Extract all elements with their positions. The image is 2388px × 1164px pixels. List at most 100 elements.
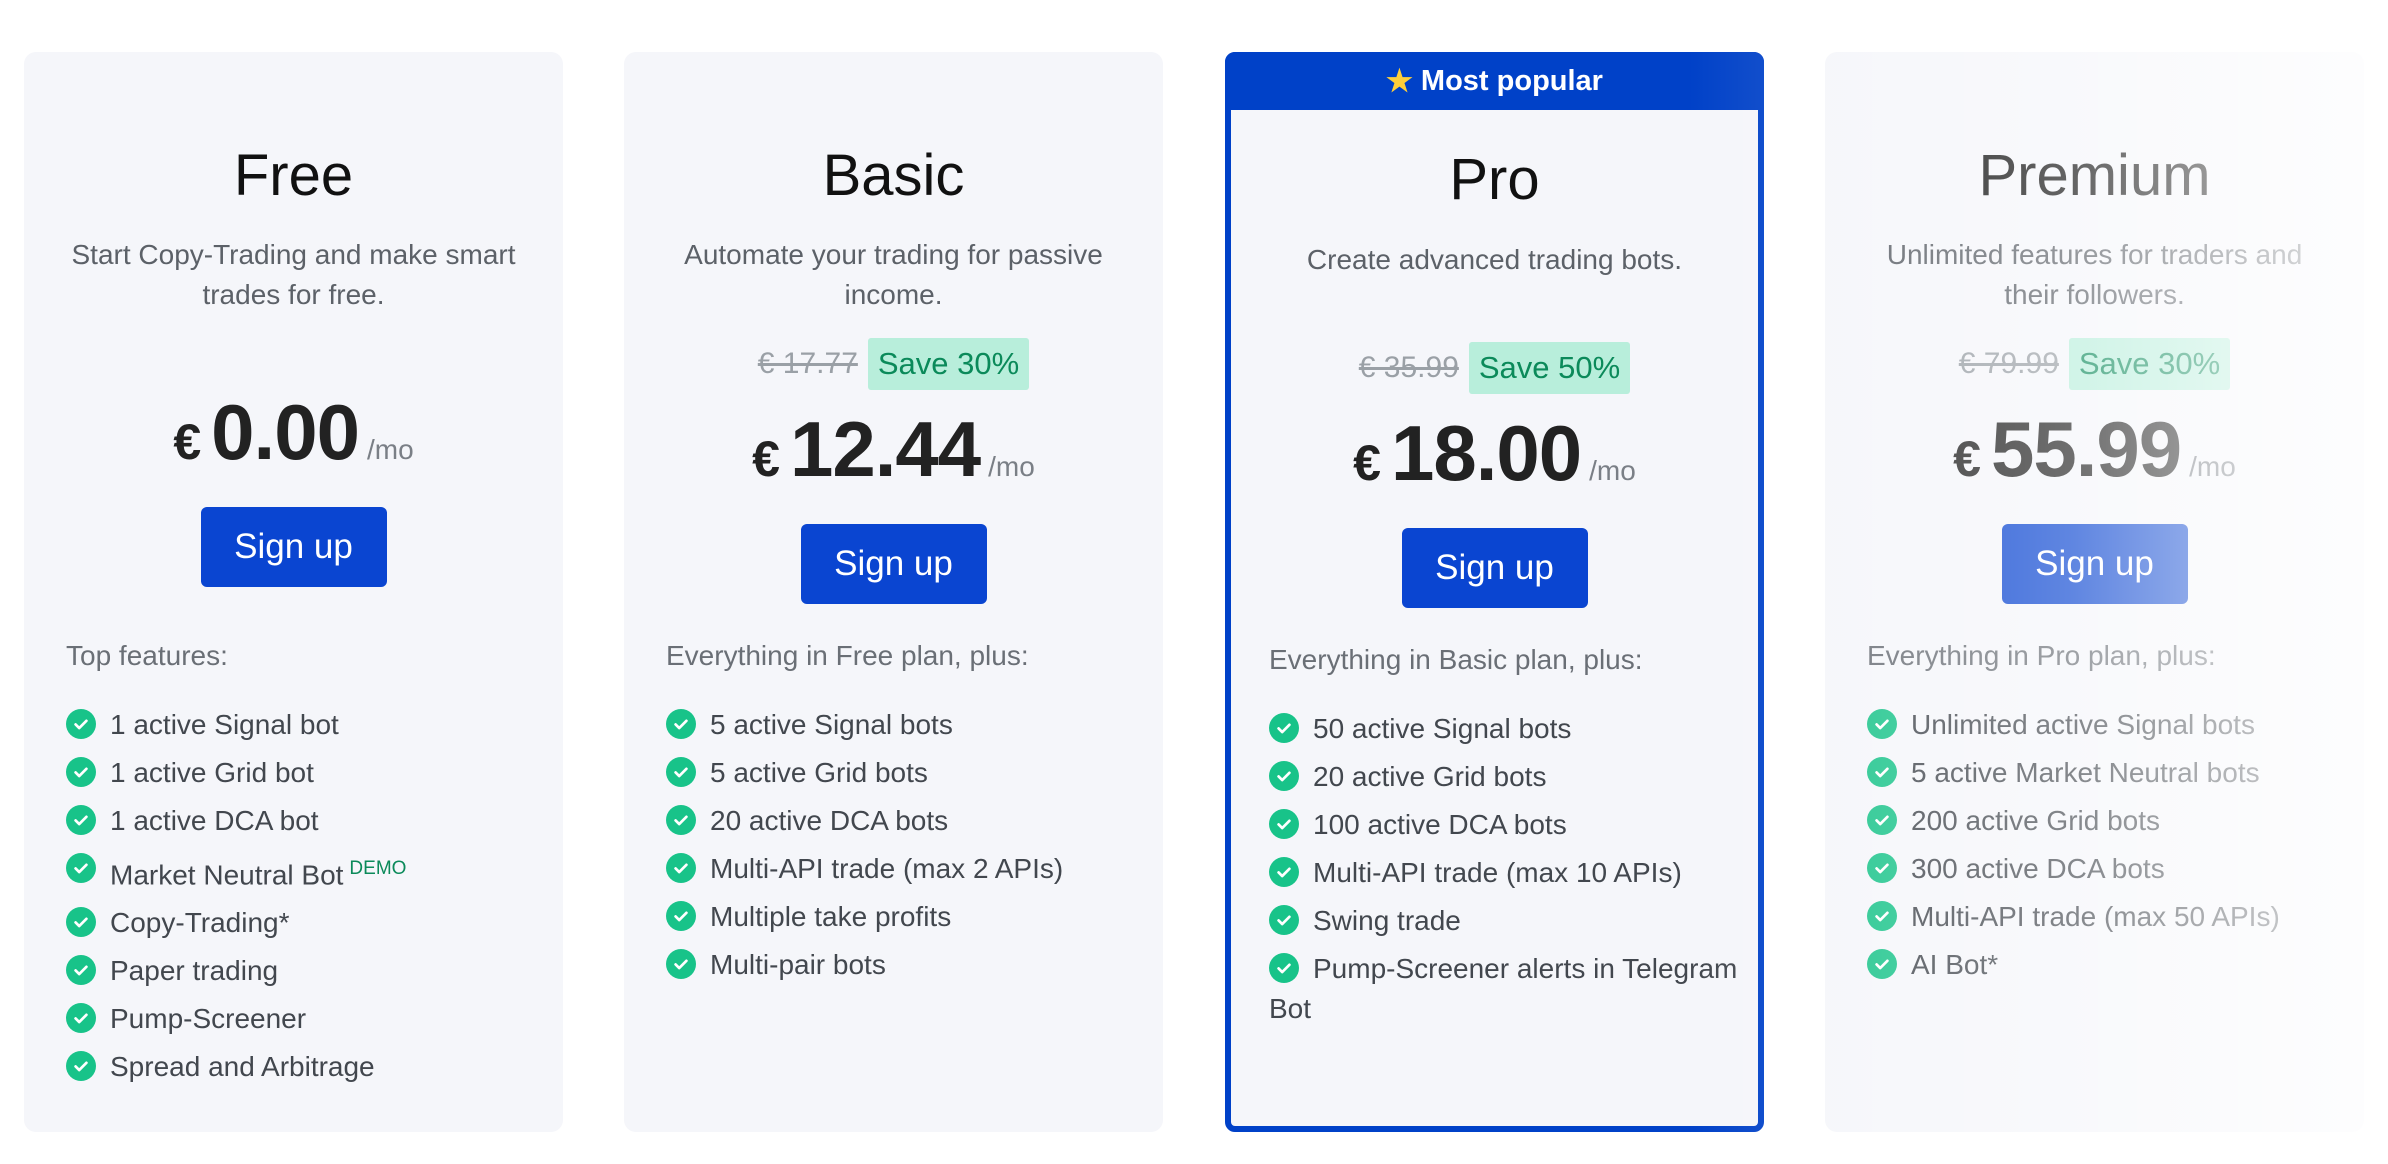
list-item: Spread and Arbitrage bbox=[66, 1047, 543, 1087]
star-icon: ★ bbox=[1386, 64, 1413, 98]
check-circle-icon bbox=[66, 1051, 96, 1082]
feature-text: Swing trade bbox=[1313, 905, 1461, 936]
feature-text: Multi-pair bots bbox=[710, 949, 886, 980]
features-list: 5 active Signal bots 5 active Grid bots … bbox=[666, 705, 1143, 993]
list-item: 300 active DCA bots bbox=[1867, 849, 2344, 889]
list-item: Multi-API trade (max 2 APIs) bbox=[666, 849, 1143, 889]
feature-text: Unlimited active Signal bots bbox=[1911, 709, 2255, 740]
plan-card-pro: ★ Most popular Pro Create advanced tradi… bbox=[1225, 52, 1764, 1132]
plan-title: Free bbox=[233, 143, 354, 208]
feature-text: 100 active DCA bots bbox=[1313, 809, 1567, 840]
price-amount: 18.00 bbox=[1390, 409, 1582, 497]
features-list: 1 active Signal bot 1 active Grid bot 1 … bbox=[66, 705, 543, 1095]
discount-row: € 35.99 Save 50% bbox=[1231, 342, 1758, 394]
plan-card-basic: Basic Automate your trading for passive … bbox=[624, 52, 1163, 1132]
price-period: /mo bbox=[988, 451, 1035, 482]
list-item: 50 active Signal bots bbox=[1269, 709, 1738, 749]
check-circle-icon bbox=[1867, 949, 1897, 979]
currency-symbol: € bbox=[1953, 431, 1981, 487]
plan-price: € 18.00 /mo bbox=[1231, 408, 1758, 499]
plan-description: Start Copy-Trading and make smart trades… bbox=[71, 239, 516, 310]
list-item: Multi-API trade (max 50 APIs) bbox=[1867, 897, 2344, 937]
plan-title: Premium bbox=[1978, 143, 2211, 208]
check-circle-icon bbox=[1867, 853, 1897, 883]
feature-text: 50 active Signal bots bbox=[1313, 713, 1572, 744]
check-circle-icon bbox=[1269, 953, 1299, 983]
check-circle-icon bbox=[66, 1003, 96, 1034]
price-period: /mo bbox=[2189, 451, 2236, 482]
check-circle-icon bbox=[1269, 761, 1299, 791]
features-list: Unlimited active Signal bots 5 active Ma… bbox=[1867, 705, 2344, 993]
list-item: 200 active Grid bots bbox=[1867, 801, 2344, 841]
feature-text: 5 active Signal bots bbox=[710, 709, 953, 740]
banner-label: Most popular bbox=[1420, 64, 1603, 97]
check-circle-icon bbox=[666, 853, 696, 883]
feature-text: Multi-API trade (max 10 APIs) bbox=[1313, 857, 1682, 888]
features-title: Everything in Free plan, plus: bbox=[666, 640, 1029, 671]
currency-symbol: € bbox=[173, 414, 202, 470]
plan-card-premium: Premium Unlimited features for traders a… bbox=[1825, 52, 2364, 1132]
feature-text: 20 active DCA bots bbox=[710, 805, 949, 836]
currency-symbol: € bbox=[1353, 435, 1381, 491]
plan-price: € 12.44 /mo bbox=[624, 404, 1163, 495]
list-item: Multi-pair bots bbox=[666, 945, 1143, 985]
feature-text: 5 active Grid bots bbox=[710, 757, 928, 788]
sign-up-button[interactable]: Sign up bbox=[200, 507, 387, 587]
feature-text: Pump-Screener bbox=[110, 1003, 307, 1035]
check-circle-icon bbox=[66, 955, 96, 986]
feature-text: Spread and Arbitrage bbox=[110, 1051, 375, 1083]
features-list: 50 active Signal bots 20 active Grid bot… bbox=[1269, 709, 1738, 1037]
feature-text: 1 active Grid bot bbox=[110, 757, 314, 788]
list-item: Unlimited active Signal bots bbox=[1867, 705, 2344, 745]
list-item: 1 active Grid bot bbox=[66, 753, 543, 793]
feature-text: 300 active DCA bots bbox=[1911, 853, 2165, 884]
feature-text: Pump-Screener alerts in Telegram Bot bbox=[1269, 953, 1738, 1024]
list-item: 5 active Signal bots bbox=[666, 705, 1143, 745]
check-circle-icon bbox=[66, 805, 96, 835]
feature-text: 20 active Grid bots bbox=[1313, 761, 1547, 792]
plan-description: Create advanced trading bots. bbox=[1306, 244, 1683, 275]
features-title: Everything in Pro plan, plus: bbox=[1867, 640, 2216, 671]
check-circle-icon bbox=[1269, 713, 1299, 743]
feature-text: Multiple take profits bbox=[710, 901, 952, 932]
sign-up-button[interactable]: Sign up bbox=[2001, 524, 2188, 604]
check-circle-icon bbox=[1867, 805, 1897, 835]
feature-text: AI Bot* bbox=[1911, 949, 1999, 980]
check-circle-icon bbox=[666, 949, 696, 979]
currency-symbol: € bbox=[752, 431, 780, 487]
list-item: 1 active DCA bot bbox=[66, 801, 543, 841]
discount-row: € 17.77 Save 30% bbox=[624, 338, 1163, 390]
demo-badge: DEMO bbox=[349, 858, 407, 879]
price-amount: 12.44 bbox=[789, 405, 981, 493]
check-circle-icon bbox=[66, 853, 96, 883]
save-badge: Save 50% bbox=[1468, 342, 1631, 394]
features-title: Top features: bbox=[66, 640, 228, 671]
plan-title: Pro bbox=[1449, 147, 1540, 212]
old-price: € 35.99 bbox=[1358, 351, 1459, 384]
check-circle-icon bbox=[1269, 905, 1299, 935]
save-badge: Save 30% bbox=[2068, 338, 2231, 390]
check-circle-icon bbox=[1867, 709, 1897, 739]
plan-title: Basic bbox=[822, 143, 965, 208]
sign-up-button[interactable]: Sign up bbox=[1401, 528, 1588, 608]
feature-text: 1 active Signal bot bbox=[110, 709, 339, 740]
list-item: Paper trading bbox=[66, 951, 543, 991]
check-circle-icon bbox=[66, 907, 96, 938]
feature-text: 5 active Market Neutral bots bbox=[1911, 757, 2260, 788]
list-item: Pump-Screener alerts in Telegram Bot bbox=[1269, 949, 1738, 1029]
price-period: /mo bbox=[366, 434, 414, 465]
most-popular-banner: ★ Most popular bbox=[1225, 52, 1764, 110]
save-badge: Save 30% bbox=[867, 338, 1030, 390]
old-price: € 17.77 bbox=[757, 347, 858, 380]
list-item: AI Bot* bbox=[1867, 945, 2344, 985]
discount-row: € 79.99 Save 30% bbox=[1825, 338, 2364, 390]
price-period: /mo bbox=[1589, 455, 1636, 486]
sign-up-button[interactable]: Sign up bbox=[800, 524, 987, 604]
list-item: 20 active DCA bots bbox=[666, 801, 1143, 841]
check-circle-icon bbox=[666, 709, 696, 739]
list-item: 5 active Market Neutral bots bbox=[1867, 753, 2344, 793]
feature-text: Multi-API trade (max 50 APIs) bbox=[1911, 901, 2280, 932]
check-circle-icon bbox=[1269, 809, 1299, 839]
list-item: Copy-Trading* bbox=[66, 903, 543, 943]
plan-description: Automate your trading for passive income… bbox=[684, 239, 1103, 310]
